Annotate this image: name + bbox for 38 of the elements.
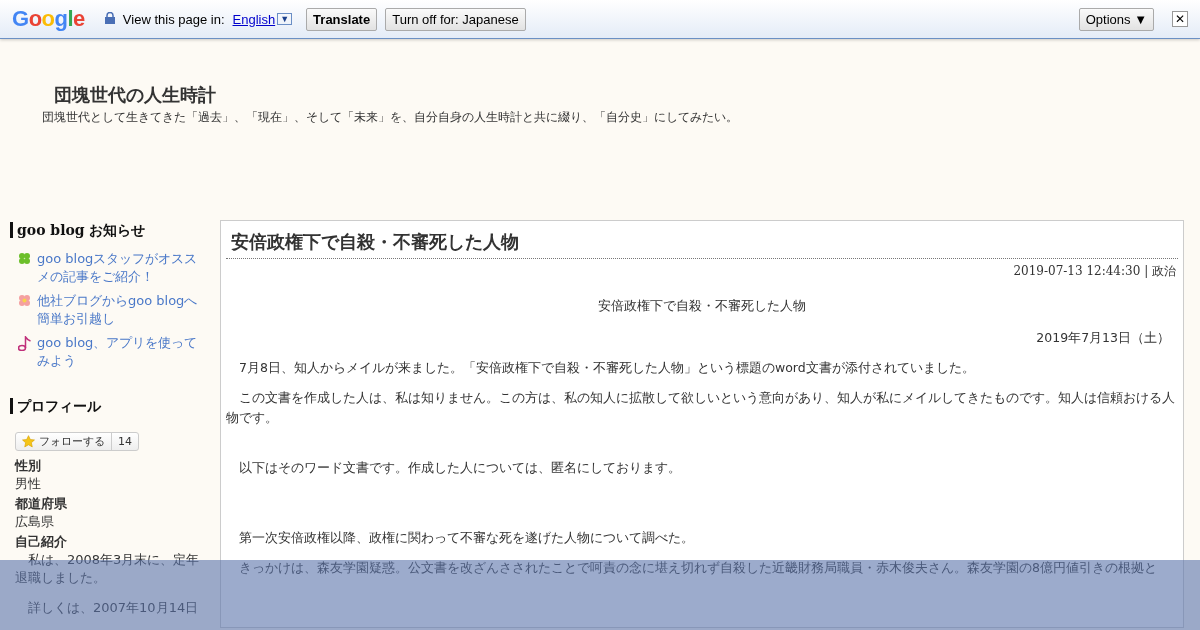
paragraph: 2019年7月13日（土） [1035,329,1170,347]
notice-link[interactable]: goo blog、アプリを使ってみよう [37,334,210,370]
lock-icon [104,11,115,27]
field-value: 広島県 [15,513,55,531]
paragraph: 第一次安倍政権以降、政権に関わって不審な死を遂げた人物について調べた。 [238,529,695,547]
options-button[interactable]: Options ▼ [1078,7,1154,31]
follow-button[interactable]: フォローする 14 [15,432,139,451]
turn-off-button[interactable]: Turn off for: Japanese [385,7,526,31]
paragraph: きっかけは、森友学園疑惑。公文書を改ざんさされたことで呵責の念に堪え切れず自殺した近畿財務局職員・赤木俊夫さん。森友学園の8億円値引きの根拠と [238,559,1158,577]
follow-count: 14 [117,434,133,449]
google-logo: Google [12,6,85,32]
paragraph: 安倍政権下で自殺・不審死した人物 [597,297,807,315]
language-link[interactable]: English [232,11,276,27]
paragraph: この文書を作成した人は、私は知りません。この方は、私の知人に拡散して欲しいという意向があり、知人が私にメイルしてきたものです。知人は信頼おける人物です。 [226,389,1176,427]
paragraph: 7月8日、知人からメイルが来ました。「安倍政権下で自殺・不審死した人物」という標題のword文書が添付されていました。 [238,359,976,377]
section-heading: goo blog お知らせ [10,222,210,238]
field-label: 都道府県 [15,495,68,513]
field-label: 性別 [15,457,42,475]
notice-link[interactable]: 他社ブログからgoo blogへ簡単お引越し [37,292,210,328]
music-note-icon [18,336,31,351]
field-value: 私は、2008年3月末に、定年退職しました。 [15,551,201,587]
post-meta: 2019-07-13 12:44:30 | 政治 [1012,263,1176,280]
dropdown-button[interactable]: ▼ [277,13,293,25]
prompt-text: View this page in: [122,11,225,27]
clover-icon [18,252,31,265]
profile-text: 詳しくは、2007年10月14日 [27,599,200,617]
flower-icon [18,294,31,307]
field-value: 男性 [15,475,42,493]
blog-title[interactable]: 団塊世代の人生時計 [54,83,1200,107]
section-heading: プロフィール [10,398,210,414]
field-label: 自己紹介 [15,533,68,551]
notice-link[interactable]: goo blogスタッフがオススメの記事をご紹介！ [37,250,210,286]
close-button[interactable]: ✕ [1172,11,1188,27]
post-title: 安倍政権下で自殺・不審死した人物 [226,227,1178,259]
blog-description: 団塊世代として生きてきた「過去」、「現在」、そして「未来」を、自分自身の人生時計と共に綴り、「自分史」にしてみたい。 [42,109,739,126]
star-icon [22,435,35,448]
paragraph: 以下はそのワード文書です。作成した人については、匿名にしております。 [238,459,682,477]
translate-button[interactable]: Translate [306,7,378,31]
